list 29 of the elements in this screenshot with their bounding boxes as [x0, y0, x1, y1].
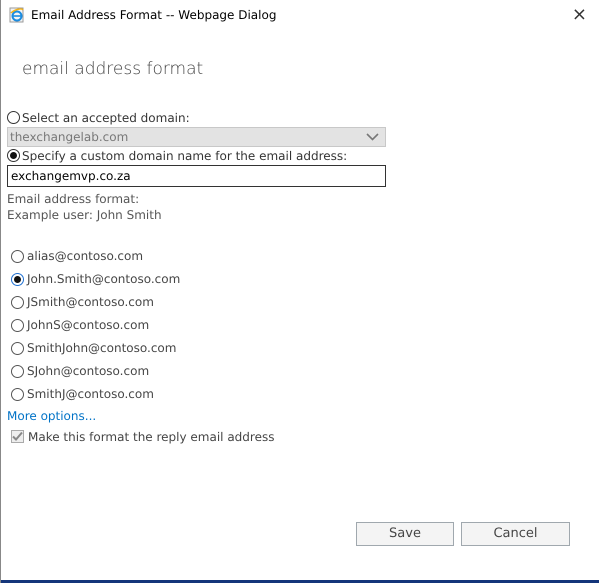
radio-label: Select an accepted domain:	[22, 110, 190, 126]
format-option-label: SmithJohn@contoso.com	[27, 340, 176, 357]
format-option-label: SmithJ@contoso.com	[27, 386, 154, 403]
radio-button[interactable]	[11, 296, 24, 308]
format-option-label: SJohn@contoso.com	[27, 363, 150, 380]
format-label: Email address format:	[7, 190, 140, 206]
example-user-text: Example user: John Smith	[7, 206, 163, 222]
radio-button[interactable]	[7, 149, 20, 162]
format-option-label: John.Smith@contoso.com	[27, 271, 180, 288]
format-option-label: JSmith@contoso.com	[27, 294, 154, 311]
chevron-down-icon	[366, 132, 379, 140]
browser-icon	[9, 7, 25, 23]
save-button[interactable]: Save	[356, 522, 454, 546]
domain-input-field[interactable]: exchangemvp.co.za	[7, 164, 386, 186]
radio-button[interactable]	[11, 364, 24, 378]
close-button[interactable]: ×	[568, 6, 591, 24]
radio-button[interactable]	[11, 272, 24, 286]
cancel-button[interactable]: Cancel	[461, 522, 570, 546]
format-option-label: alias@contoso.com	[27, 248, 144, 265]
radio-button[interactable]	[11, 250, 24, 262]
format-option-label: JohnS@contoso.com	[27, 317, 150, 334]
radio-label: Specify a custom domain name for the email address:	[22, 148, 348, 164]
radio-button[interactable]	[11, 388, 24, 400]
radio-button[interactable]	[11, 318, 24, 332]
radio-button[interactable]	[11, 342, 24, 354]
dialog-heading: email address format	[22, 58, 204, 81]
window-title: Email Address Format -- Webpage Dialog	[31, 7, 276, 24]
checkbox-label: Make this format the reply email address	[28, 428, 274, 446]
more-options-link[interactable]: More options...	[7, 406, 96, 424]
